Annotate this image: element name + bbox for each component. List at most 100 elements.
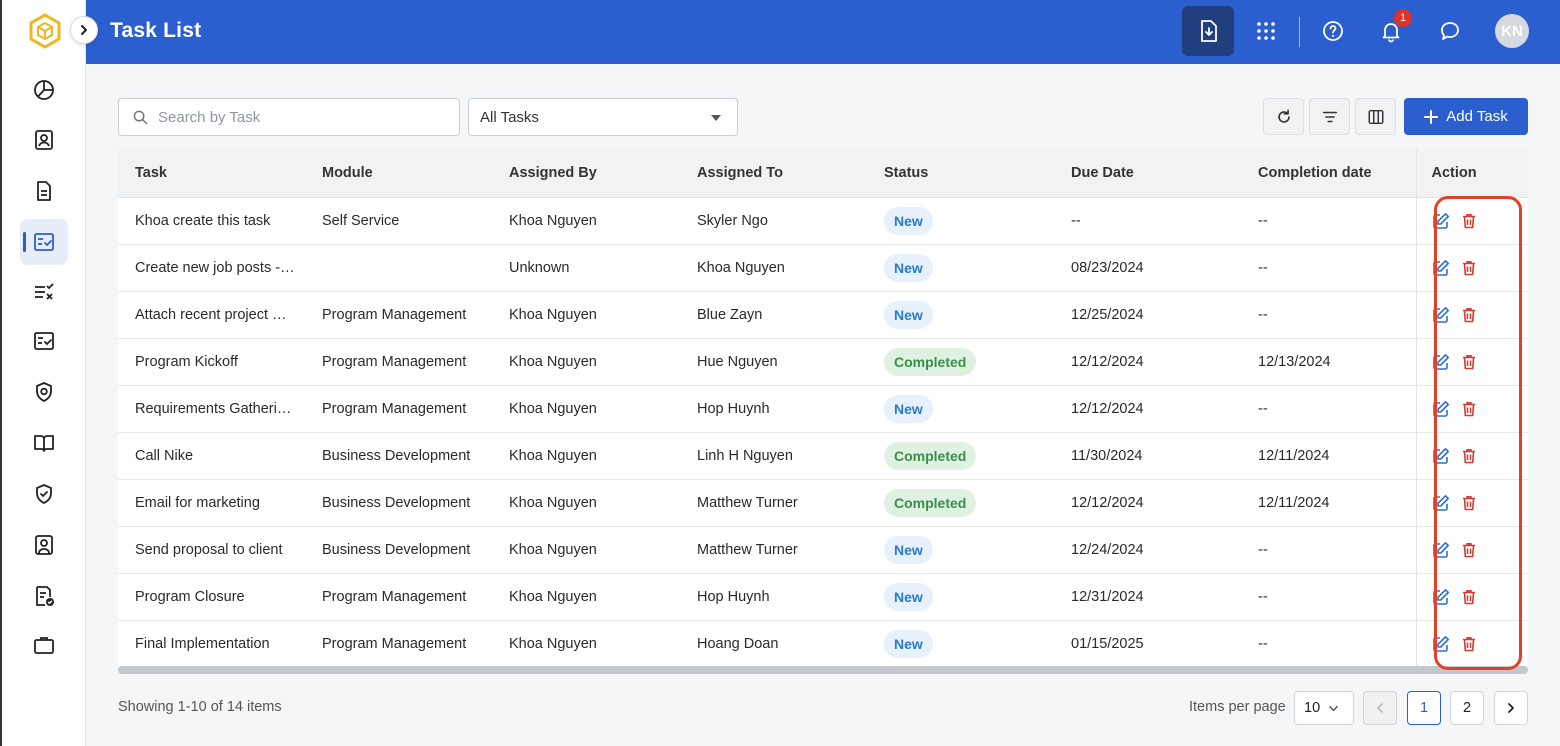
column-header-module[interactable]: Module <box>305 149 492 198</box>
sidebar-item-profile-card[interactable] <box>20 522 68 568</box>
trash-icon[interactable] <box>1460 306 1478 324</box>
user-avatar[interactable]: KN <box>1495 14 1529 48</box>
edit-icon[interactable] <box>1432 212 1450 230</box>
table-row[interactable]: Send proposal to client Business Developm… <box>118 526 1528 574</box>
edit-icon[interactable] <box>1432 259 1450 277</box>
top-header: Task List 1 KN <box>86 0 1560 64</box>
refresh-button[interactable] <box>1263 98 1304 135</box>
column-header-action: Action <box>1415 149 1528 198</box>
apps-button[interactable] <box>1240 6 1292 56</box>
action-cell <box>1415 526 1528 574</box>
page-button-2[interactable]: 2 <box>1450 691 1484 725</box>
prev-page-button[interactable] <box>1363 691 1397 725</box>
header-divider <box>1299 17 1300 47</box>
action-cell <box>1415 620 1528 668</box>
table-row[interactable]: Call Nike Business Development Khoa Nguyen… <box>118 432 1528 480</box>
trash-icon[interactable] <box>1460 212 1478 230</box>
action-cell <box>1415 385 1528 433</box>
completion-date-cell: 12/11/2024 <box>1241 432 1416 480</box>
trash-icon[interactable] <box>1460 353 1478 371</box>
edit-icon[interactable] <box>1432 353 1450 371</box>
due-date-cell: 12/12/2024 <box>1054 338 1241 386</box>
edit-icon[interactable] <box>1432 447 1450 465</box>
table-row[interactable]: Email for marketing Business Development K… <box>118 479 1528 527</box>
status-cell: New <box>867 197 1054 245</box>
book-icon <box>34 435 54 452</box>
file-download-icon <box>1201 20 1217 42</box>
add-task-label: Add Task <box>1446 108 1508 125</box>
edit-icon[interactable] <box>1432 541 1450 559</box>
column-header-assigned-to[interactable]: Assigned To <box>680 149 867 198</box>
sidebar-item-contacts[interactable] <box>20 117 68 163</box>
sidebar-item-document[interactable] <box>20 168 68 214</box>
trash-icon[interactable] <box>1460 447 1478 465</box>
help-button[interactable] <box>1307 6 1359 56</box>
table-row[interactable]: Program Kickoff Program Management Khoa Ng… <box>118 338 1528 386</box>
assigned-by-cell: Khoa Nguyen <box>492 526 680 574</box>
briefcase-icon <box>34 637 54 654</box>
trash-icon[interactable] <box>1460 259 1478 277</box>
items-per-page-select[interactable]: 10 <box>1294 691 1354 725</box>
edit-icon[interactable] <box>1432 400 1450 418</box>
status-badge: Completed <box>884 441 977 470</box>
search-input[interactable] <box>158 108 448 126</box>
column-header-completion-date[interactable]: Completion date <box>1241 149 1416 198</box>
sidebar-item-approvals[interactable] <box>20 318 68 364</box>
trash-icon[interactable] <box>1460 635 1478 653</box>
action-cell <box>1415 291 1528 339</box>
table-row[interactable]: Create new job posts -… Unknown Khoa Nguye… <box>118 244 1528 292</box>
sidebar-toggle-button[interactable] <box>70 16 98 44</box>
sidebar-item-task-list[interactable] <box>20 219 68 265</box>
sidebar-item-book[interactable] <box>20 420 68 466</box>
page-button-1[interactable]: 1 <box>1407 691 1441 725</box>
edit-icon[interactable] <box>1432 494 1450 512</box>
add-task-button[interactable]: Add Task <box>1404 98 1528 135</box>
table-row[interactable]: Attach recent project … Program Managemen… <box>118 291 1528 339</box>
trash-icon[interactable] <box>1460 541 1478 559</box>
sidebar-item-checklist[interactable] <box>20 269 68 315</box>
column-header-assigned-by[interactable]: Assigned By <box>492 149 680 198</box>
module-cell: Program Management <box>305 620 492 668</box>
table-row[interactable]: Khoa create this task Self Service Khoa Ng… <box>118 197 1528 245</box>
assigned-to-cell: Blue Zayn <box>680 291 867 339</box>
trash-icon[interactable] <box>1460 494 1478 512</box>
table-row[interactable]: Requirements Gatheri… Program Management K… <box>118 385 1528 433</box>
search-box[interactable] <box>118 98 460 136</box>
edit-icon[interactable] <box>1432 588 1450 606</box>
trash-icon[interactable] <box>1460 588 1478 606</box>
table-row[interactable]: Program Closure Program Management Khoa Ng… <box>118 573 1528 621</box>
edit-icon[interactable] <box>1432 635 1450 653</box>
task-filter-select[interactable]: All Tasks <box>468 98 738 136</box>
download-button[interactable] <box>1182 6 1234 56</box>
horizontal-scrollbar[interactable] <box>118 666 1528 674</box>
chat-button[interactable] <box>1424 6 1476 56</box>
task-list-icon <box>34 233 54 251</box>
assigned-by-cell: Khoa Nguyen <box>492 197 680 245</box>
next-page-button[interactable] <box>1494 691 1528 725</box>
table-row[interactable]: Final Implementation Program Management Kh… <box>118 620 1528 668</box>
due-date-cell: 12/12/2024 <box>1054 385 1241 433</box>
status-badge: New <box>884 206 933 235</box>
column-header-task[interactable]: Task <box>118 149 305 198</box>
assigned-to-cell: Linh H Nguyen <box>680 432 867 480</box>
column-header-due-date[interactable]: Due Date <box>1054 149 1241 198</box>
sidebar-item-badge[interactable] <box>20 369 68 415</box>
columns-button[interactable] <box>1355 98 1396 135</box>
trash-icon[interactable] <box>1460 400 1478 418</box>
chevron-right-icon <box>81 25 87 35</box>
assigned-by-cell: Khoa Nguyen <box>492 479 680 527</box>
column-header-status[interactable]: Status <box>867 149 1054 198</box>
sidebar-item-dashboard[interactable] <box>20 67 68 113</box>
sidebar-item-shield-check[interactable] <box>20 471 68 517</box>
app-logo-icon[interactable] <box>28 13 62 49</box>
edit-icon[interactable] <box>1432 306 1450 324</box>
assigned-to-cell: Hop Huynh <box>680 385 867 433</box>
due-date-cell: 08/23/2024 <box>1054 244 1241 292</box>
sidebar-item-briefcase[interactable] <box>20 622 68 668</box>
completion-date-cell: -- <box>1241 573 1416 621</box>
showing-count: Showing 1-10 of 14 items <box>118 699 282 715</box>
shield-check-icon <box>36 484 52 504</box>
filter-button[interactable] <box>1309 98 1350 135</box>
sidebar-item-report-check[interactable] <box>20 573 68 619</box>
caret-down-icon <box>711 115 721 121</box>
